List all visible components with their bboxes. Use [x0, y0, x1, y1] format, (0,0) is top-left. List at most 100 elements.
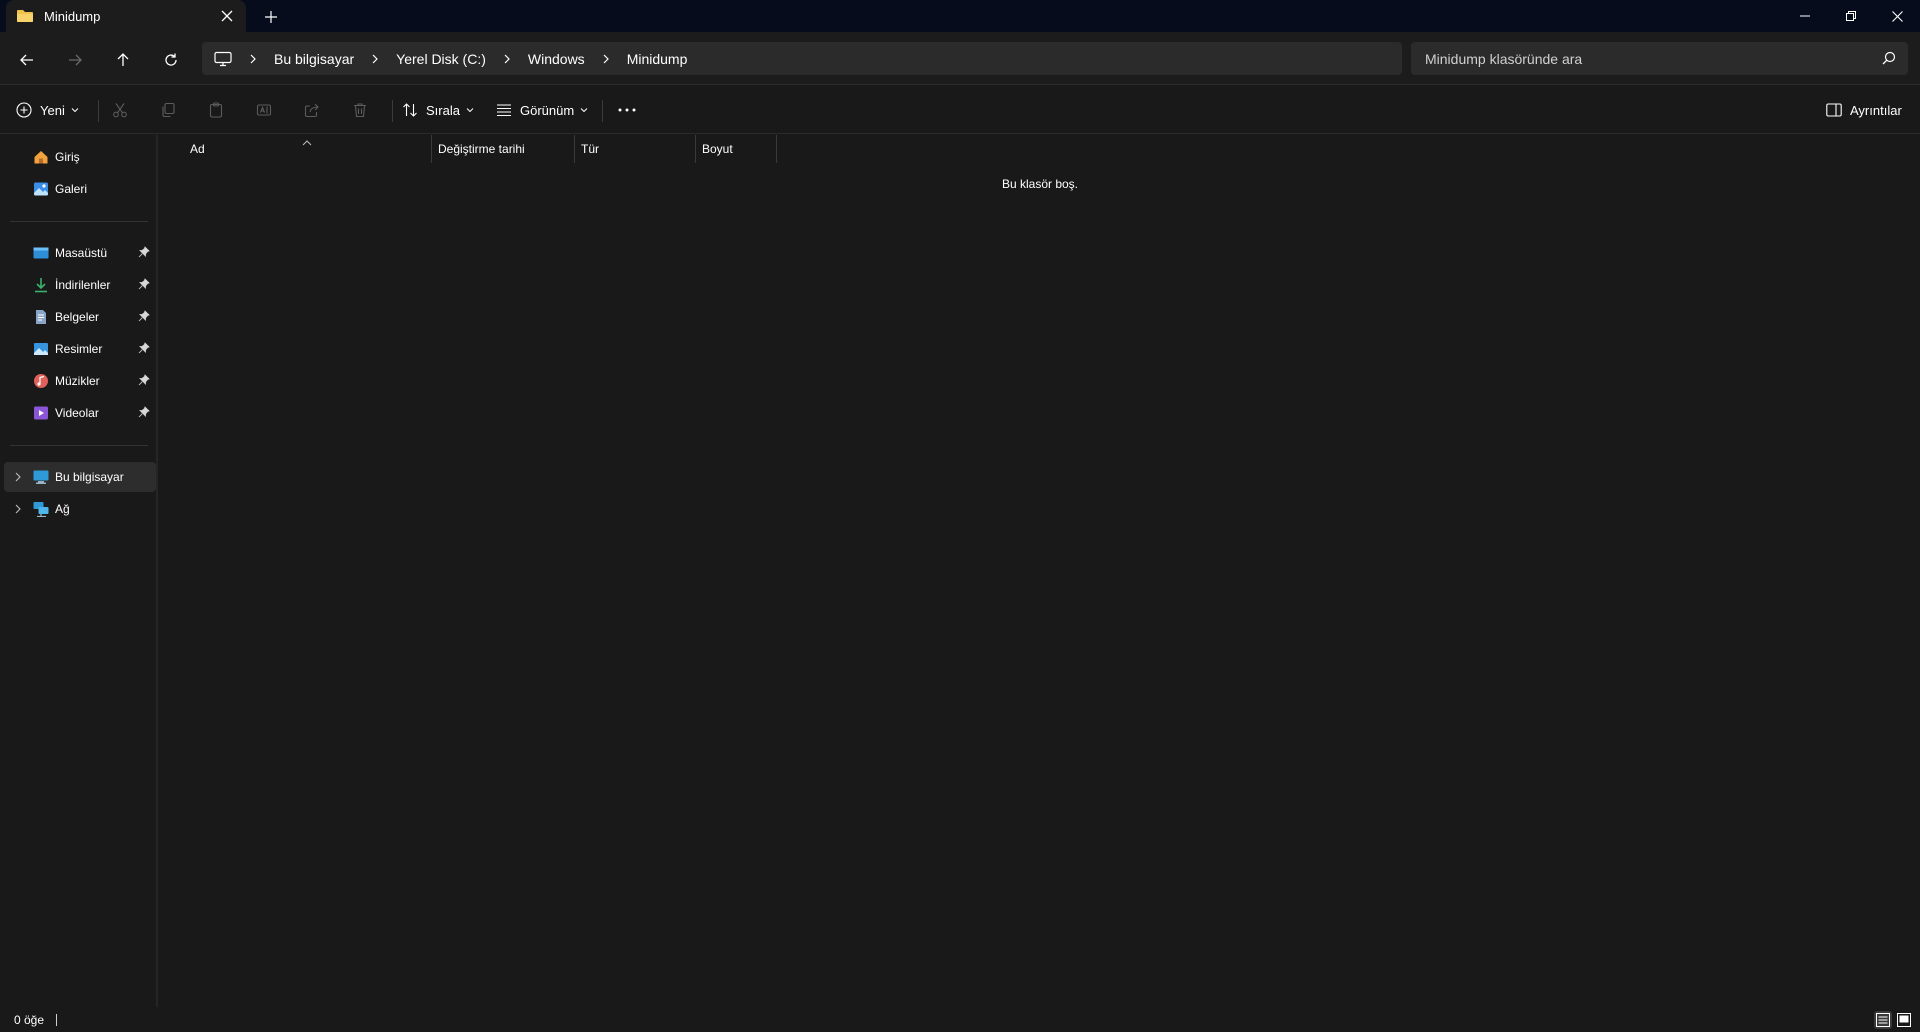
window-controls	[1782, 0, 1920, 32]
restore-button[interactable]	[1828, 0, 1874, 32]
downloads-icon	[33, 277, 49, 293]
close-window-button[interactable]	[1874, 0, 1920, 32]
sidebar-item-home[interactable]: Giriş	[4, 142, 156, 172]
desktop-icon	[33, 245, 49, 261]
new-button-label: Yeni	[40, 102, 65, 118]
pin-icon[interactable]	[138, 246, 150, 258]
chevron-right-icon	[500, 52, 514, 66]
music-icon	[33, 373, 49, 389]
divider	[602, 100, 603, 122]
view-button-label: Görünüm	[520, 102, 575, 118]
sort-button[interactable]: Sırala	[402, 94, 474, 126]
computer-icon	[214, 51, 232, 67]
sidebar-item-label: Videolar	[55, 406, 99, 420]
add-circle-icon	[16, 102, 32, 118]
navigation-bar: Bu bilgisayar Yerel Disk (C:) Windows Mi…	[0, 32, 1920, 85]
sidebar-item-label: Masaüstü	[55, 246, 108, 260]
tab-title: Minidump	[44, 8, 101, 24]
more-options-icon[interactable]	[617, 100, 637, 120]
chevron-right-icon	[246, 52, 260, 66]
column-header-date-modified[interactable]: Değiştirme tarihi	[432, 135, 575, 163]
pin-icon[interactable]	[138, 310, 150, 322]
sidebar-item-label: Müzikler	[55, 374, 100, 388]
view-list-icon	[496, 103, 512, 117]
minimize-button[interactable]	[1782, 0, 1828, 32]
chevron-right-icon	[368, 52, 382, 66]
sidebar-item-downloads[interactable]: İndirilenler	[4, 270, 156, 300]
videos-icon	[33, 405, 49, 421]
network-icon	[33, 501, 49, 518]
search-icon[interactable]	[1882, 51, 1896, 70]
rename-icon[interactable]	[254, 100, 274, 120]
sidebar-item-videos[interactable]: Videolar	[4, 398, 156, 428]
column-header-size[interactable]: Boyut	[696, 135, 777, 163]
search-box	[1411, 42, 1908, 75]
forward-button[interactable]	[59, 44, 91, 76]
copy-icon[interactable]	[158, 100, 178, 120]
delete-icon[interactable]	[350, 100, 370, 120]
search-input[interactable]	[1423, 49, 1863, 68]
sidebar-divider	[10, 445, 148, 446]
pin-icon[interactable]	[138, 374, 150, 386]
column-header-label: Tür	[581, 142, 599, 156]
pin-icon[interactable]	[138, 406, 150, 418]
sort-ascending-icon	[302, 133, 312, 151]
view-button[interactable]: Görünüm	[496, 94, 588, 126]
column-header-label: Değiştirme tarihi	[438, 142, 525, 156]
cut-icon[interactable]	[110, 100, 130, 120]
chevron-down-icon	[580, 107, 588, 113]
share-icon[interactable]	[302, 100, 322, 120]
computer-icon	[33, 469, 49, 485]
navigation-pane: Giriş Galeri Masaüstü İndirilenler Belge…	[0, 135, 158, 1007]
documents-icon	[33, 309, 49, 325]
folder-icon	[16, 8, 36, 24]
breadcrumb-this-pc[interactable]: Bu bilgisayar	[274, 51, 354, 67]
refresh-button[interactable]	[155, 44, 187, 76]
tab-minidump[interactable]: Minidump	[6, 0, 246, 32]
close-tab-icon[interactable]	[218, 7, 236, 25]
chevron-down-icon	[71, 107, 79, 113]
breadcrumb-windows[interactable]: Windows	[528, 51, 585, 67]
back-button[interactable]	[11, 44, 43, 76]
pictures-icon	[33, 341, 49, 357]
title-bar: Minidump	[0, 0, 1920, 32]
paste-icon[interactable]	[206, 100, 226, 120]
sidebar-item-label: Ağ	[55, 502, 70, 516]
home-icon	[33, 149, 49, 165]
empty-folder-message: Bu klasör boş.	[1001, 177, 1079, 191]
divider	[392, 100, 393, 122]
sidebar-item-documents[interactable]: Belgeler	[4, 302, 156, 332]
sidebar-item-label: Belgeler	[55, 310, 100, 324]
new-tab-button[interactable]	[260, 6, 282, 28]
details-view-icon[interactable]	[1874, 1011, 1892, 1029]
breadcrumb-minidump[interactable]: Minidump	[627, 51, 688, 67]
sidebar-item-network[interactable]: Ağ	[4, 494, 156, 524]
large-icons-view-icon[interactable]	[1895, 1011, 1913, 1029]
breadcrumb-local-disk[interactable]: Yerel Disk (C:)	[396, 51, 486, 67]
pin-icon[interactable]	[138, 278, 150, 290]
sidebar-item-music[interactable]: Müzikler	[4, 366, 156, 396]
sidebar-item-label: Resimler	[55, 342, 103, 356]
sidebar-item-gallery[interactable]: Galeri	[4, 174, 156, 204]
command-bar: Yeni Sırala Görünüm Ayrıntılar	[0, 86, 1920, 134]
sidebar-item-this-pc[interactable]: Bu bilgisayar	[4, 462, 156, 492]
sidebar-item-desktop[interactable]: Masaüstü	[4, 238, 156, 268]
details-pane-label: Ayrıntılar	[1850, 102, 1902, 118]
column-header-type[interactable]: Tür	[575, 135, 696, 163]
sidebar-divider	[10, 221, 148, 222]
chevron-down-icon	[466, 107, 474, 113]
sidebar-item-label: İndirilenler	[55, 278, 111, 292]
sidebar-item-label: Bu bilgisayar	[55, 470, 124, 484]
address-bar[interactable]: Bu bilgisayar Yerel Disk (C:) Windows Mi…	[202, 42, 1402, 75]
chevron-right-icon[interactable]	[12, 503, 24, 515]
item-count: 0 öğe	[14, 1012, 45, 1027]
pin-icon[interactable]	[138, 342, 150, 354]
up-button[interactable]	[107, 44, 139, 76]
chevron-right-icon	[599, 52, 613, 66]
sidebar-item-pictures[interactable]: Resimler	[4, 334, 156, 364]
sidebar-item-label: Galeri	[55, 182, 88, 196]
chevron-right-icon[interactable]	[12, 471, 24, 483]
status-divider	[56, 1013, 58, 1026]
details-pane-button[interactable]: Ayrıntılar	[1826, 94, 1902, 126]
new-button[interactable]: Yeni	[16, 94, 79, 126]
